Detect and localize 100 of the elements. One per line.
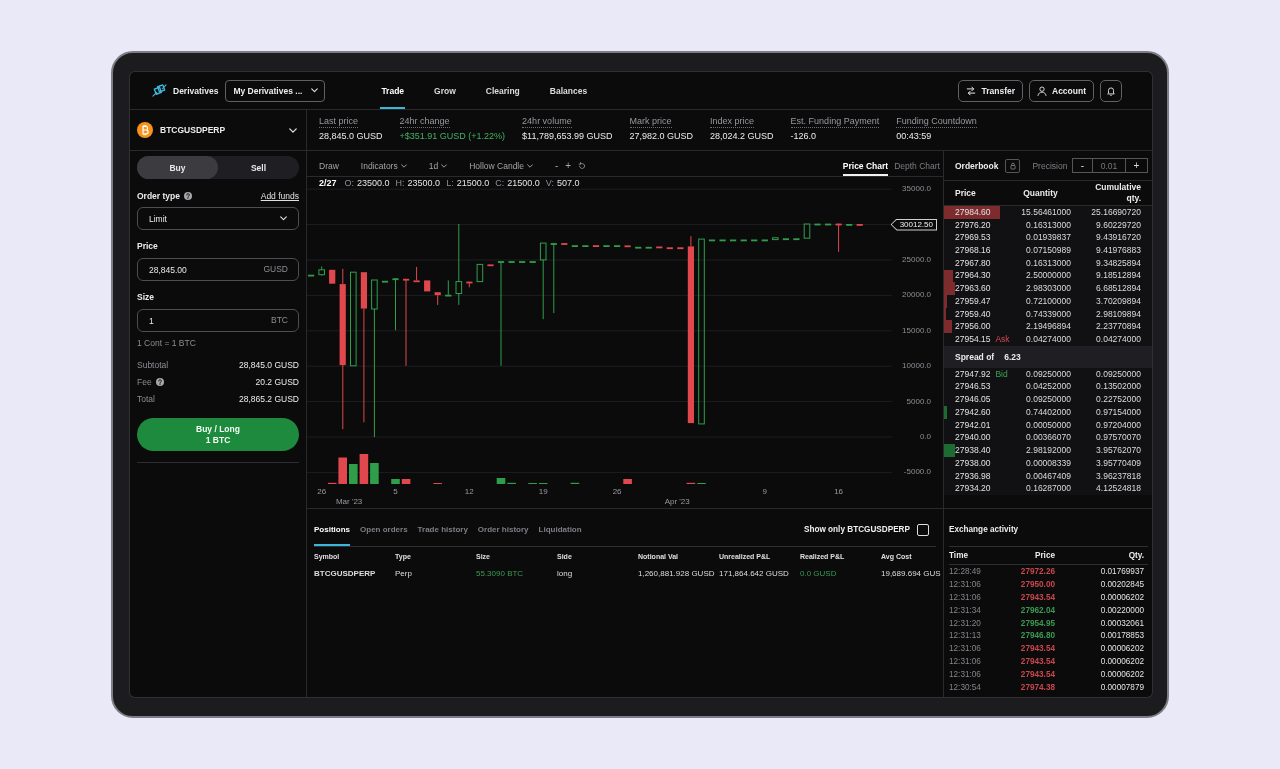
order-type-select[interactable]: Limit	[137, 207, 299, 230]
help-icon[interactable]	[184, 192, 192, 200]
chevron-down-icon	[441, 163, 448, 168]
table-tab[interactable]: Open orders	[360, 509, 408, 546]
symbol-selector[interactable]: BTCGUSDPERP	[130, 110, 306, 151]
toggle-option[interactable]: Sell	[218, 156, 299, 179]
time-cell-text: 12:31:06	[949, 592, 982, 602]
toolbar-dropdown[interactable]: 1d	[428, 155, 448, 176]
chevron-down-icon	[289, 127, 297, 133]
quantity-cell: 0.00178853	[1100, 631, 1144, 641]
cumulative-cell: 3.95762070	[1096, 445, 1141, 457]
decrement-button[interactable]: -	[1072, 158, 1093, 173]
account-button[interactable]: Account	[1029, 79, 1094, 102]
cumulative-cell: 9.18512894	[1096, 270, 1141, 282]
column-header: Qty.	[1128, 551, 1144, 560]
stat-value: 28,024.2 GUSD	[710, 130, 774, 142]
quantity-cell: 0.04274000	[1026, 334, 1071, 346]
cumulative-cell: 9.41976883	[1096, 245, 1141, 256]
cumulative-cell: 0.97204000	[1096, 419, 1141, 431]
cumulative-cell: 9.43916720	[1096, 232, 1141, 244]
quantity-cell: 0.04252000	[1026, 381, 1071, 393]
quantity-cell: 0.01939837	[1026, 232, 1071, 244]
chart-view-tab[interactable]: Price Chart	[842, 155, 889, 176]
summary-value: 28,865.2 GUSD	[239, 394, 299, 404]
cumulative-cell: 0.13502000	[1096, 381, 1141, 393]
lock-button[interactable]	[1005, 158, 1021, 173]
price-cell: 27959.40	[955, 308, 991, 320]
quantity-cell: 0.00050000	[1026, 419, 1071, 431]
time-cell-text: 12:31:06	[949, 670, 982, 680]
price-cell: 27938.00	[955, 457, 991, 469]
help-icon[interactable]	[155, 378, 164, 386]
table-cell: 1,260,881.928 GUSD	[638, 568, 715, 578]
quantity-cell: 0.00007879	[1100, 682, 1144, 692]
column-header: Price	[1034, 551, 1055, 560]
axis-label: 26	[317, 486, 327, 498]
notifications-button[interactable]	[1100, 79, 1122, 102]
cumulative-cell: 3.70209894	[1096, 295, 1141, 307]
cumulative-cell: 25.16690720	[1091, 206, 1141, 218]
buy-long-button[interactable]: Buy / Long 1 BTC	[137, 418, 299, 451]
time-cell-text: 12:31:13	[949, 631, 982, 641]
reset-icon[interactable]	[578, 161, 587, 170]
toolbar-dropdown[interactable]: Indicators	[360, 155, 407, 176]
price-cell: 27968.16	[955, 245, 991, 256]
cumulative-cell: 2.23770894	[1096, 321, 1141, 333]
readout-label: L:	[446, 178, 454, 188]
toolbar-button[interactable]: Draw	[319, 155, 339, 176]
table-cell: 19,689.694 GUS	[881, 568, 941, 578]
price-cell: 27959.47	[955, 295, 991, 307]
table-tab[interactable]: Order history	[477, 509, 529, 546]
readout-value: 507.0	[556, 178, 580, 188]
field-label: Price	[137, 240, 158, 252]
spread-value: 6.23	[1004, 351, 1021, 362]
add-funds-link[interactable]: Add funds	[260, 190, 299, 202]
table-tab[interactable]: Liquidation	[538, 509, 582, 546]
nav-tab[interactable]: Clearing	[484, 72, 521, 109]
arrows-icon	[966, 85, 977, 96]
quantity-cell: 0.00032061	[1100, 618, 1144, 628]
price-cell: 27954.95	[1020, 618, 1055, 628]
table-tab[interactable]: Trade history	[417, 509, 468, 546]
table-tab[interactable]: Positions	[314, 509, 350, 546]
increment-button[interactable]: +	[1125, 158, 1148, 173]
axis-label: 10000.0	[902, 360, 931, 373]
cumulative-cell: 0.22752000	[1096, 394, 1141, 406]
cumulative-cell: 0.09250000	[1096, 368, 1141, 380]
price-cell: 27934.20	[955, 483, 991, 495]
spread-label: Spread of	[955, 351, 995, 362]
price-cell: 27946.53	[955, 381, 991, 393]
field-label: Order type	[137, 190, 180, 202]
quantity-cell: 0.00008339	[1026, 457, 1071, 469]
filter-label: Show only BTCGUSDPERP	[804, 525, 910, 534]
summary-label: Subtotal	[137, 360, 169, 370]
quantity-cell: 0.00366070	[1026, 432, 1071, 444]
stat-value: +$351.91 GUSD (+1.22%)	[399, 130, 506, 142]
axis-label: 5	[393, 486, 398, 498]
toolbar-dropdown[interactable]: Hollow Candle	[469, 155, 533, 176]
unit-label: BTC	[271, 315, 288, 326]
stat-label: Mark price	[629, 116, 672, 128]
nav-tab[interactable]: Balances	[548, 72, 589, 109]
cumulative-cell: 4.12524818	[1096, 483, 1141, 495]
cumulative-cell: 0.97154000	[1096, 406, 1141, 418]
table-cell: 55.3090 BTC	[476, 568, 524, 578]
toggle-option[interactable]: Buy	[137, 156, 218, 179]
readout-value: 23500.0	[357, 178, 390, 188]
quantity-cell: 0.00006202	[1100, 670, 1144, 680]
nav-tab[interactable]: Trade	[380, 72, 406, 109]
account-dropdown[interactable]: My Derivatives ...	[225, 79, 326, 102]
chevron-down-icon	[527, 163, 533, 168]
readout-value: 23500.0	[407, 178, 441, 188]
axis-label: 5000.0	[906, 395, 931, 408]
zoom-in-button[interactable]: +	[565, 160, 572, 171]
table-cell: long	[557, 568, 573, 578]
zoom-out-button[interactable]: -	[555, 160, 559, 171]
axis-label: 0.0	[919, 431, 931, 443]
nav-tab[interactable]: Grow	[433, 72, 457, 109]
person-icon	[1037, 85, 1047, 96]
transfer-button[interactable]: Transfer	[958, 79, 1023, 102]
quantity-cell: 0.16287000	[1026, 483, 1071, 495]
chart-view-tab[interactable]: Depth Chart	[894, 155, 940, 176]
stat-value: 27,982.0 GUSD	[629, 130, 694, 142]
checkbox[interactable]	[917, 523, 929, 536]
